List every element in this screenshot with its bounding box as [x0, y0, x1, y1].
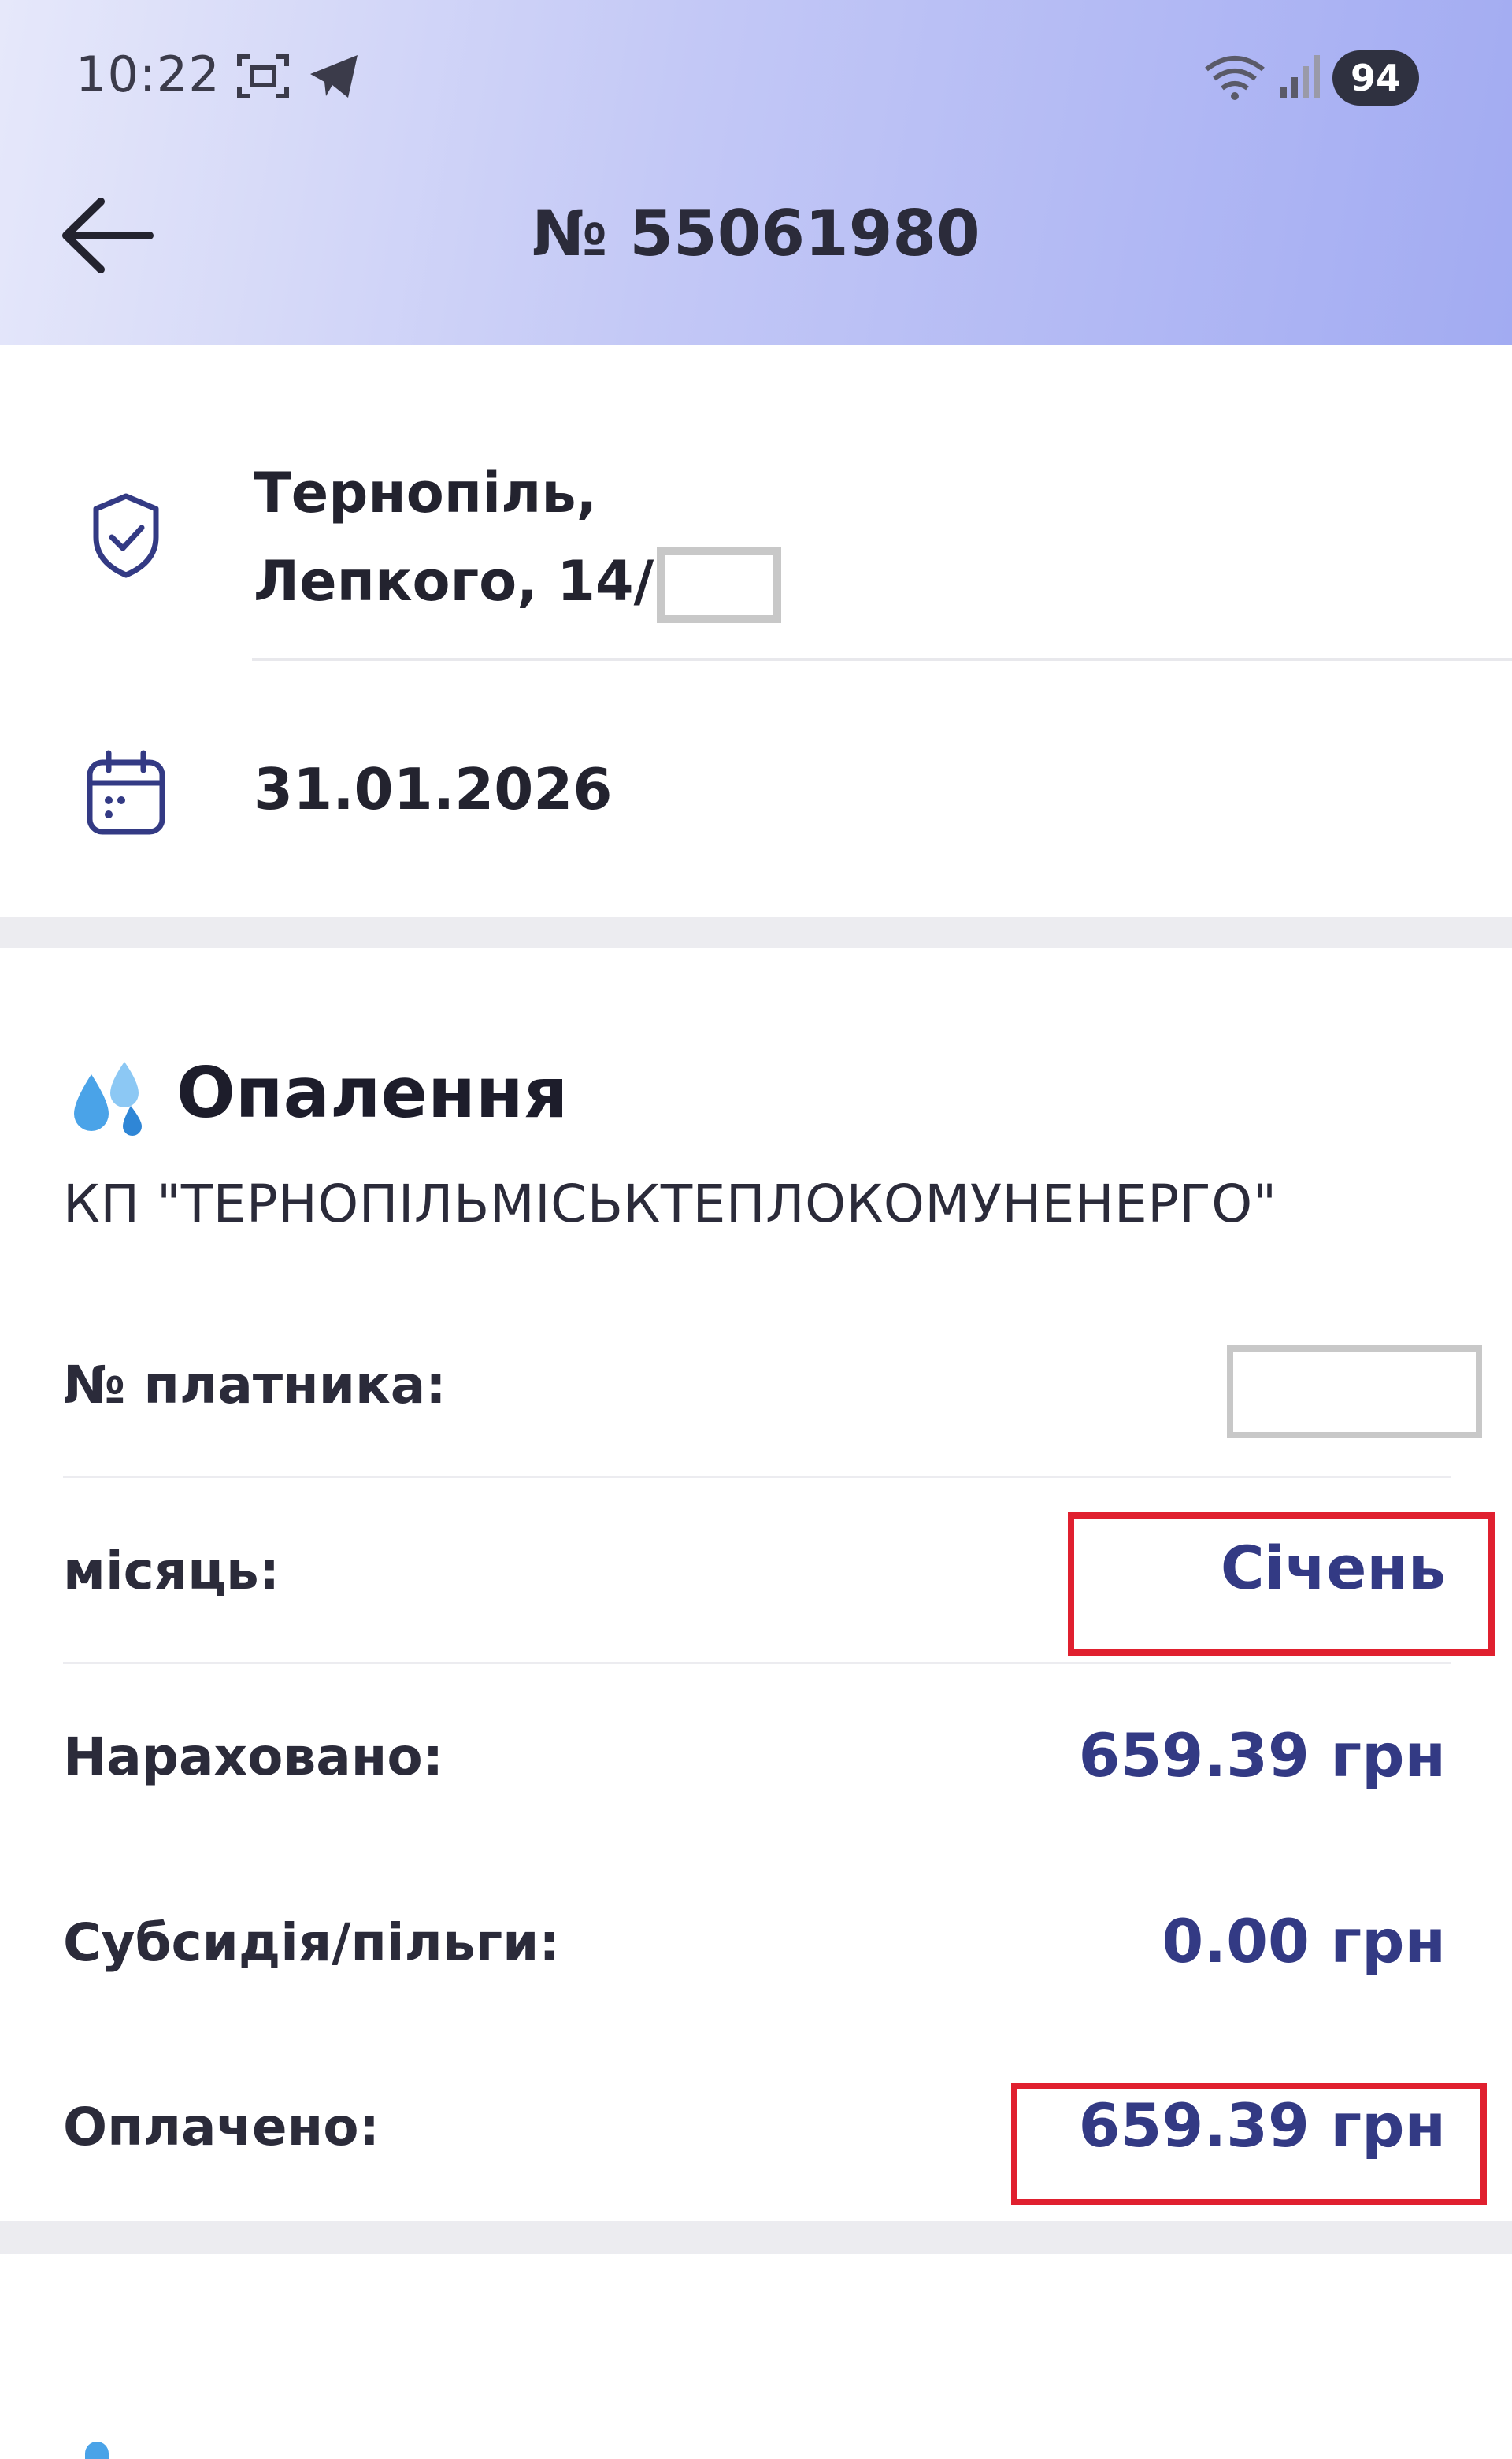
- status-time: 10:22: [76, 46, 220, 103]
- address: Тернопіль, Лепкого, 14/: [254, 449, 782, 625]
- payer-number-label: № платника:: [63, 1355, 447, 1415]
- page-title: № 55061980: [532, 197, 980, 270]
- location-check-icon: [93, 493, 159, 578]
- redacted-payer-number: [1227, 1345, 1482, 1438]
- divider: [252, 658, 1512, 661]
- section-divider: [0, 917, 1512, 948]
- accrued-label: Нараховано:: [63, 1726, 444, 1787]
- app-header: 10:22 94 № 55061980: [0, 0, 1512, 345]
- address-street-text: Лепкого, 14/: [254, 549, 654, 614]
- calendar-icon: [87, 750, 165, 835]
- screenshot-icon: [237, 54, 289, 98]
- accrued-value: 659.39 грн: [1078, 1720, 1446, 1790]
- wifi-icon: [1205, 56, 1265, 100]
- subsidy-label: Субсидія/пільги:: [63, 1912, 560, 1973]
- telegram-icon: [310, 55, 358, 98]
- row-divider: [63, 1476, 1451, 1478]
- next-section-icon: [85, 2442, 109, 2459]
- date: 31.01.2026: [254, 756, 613, 822]
- row-divider: [63, 1662, 1451, 1664]
- section-divider: [0, 2221, 1512, 2254]
- water-drops-icon: [74, 1062, 142, 1136]
- address-city: Тернопіль,: [254, 461, 598, 525]
- month-highlight-box: [1068, 1512, 1495, 1656]
- signal-icon: [1280, 55, 1320, 98]
- address-street: Лепкого, 14/: [254, 537, 782, 625]
- service-title: Опалення: [176, 1052, 569, 1133]
- battery-indicator: 94: [1332, 50, 1419, 106]
- service-provider: КП "ТЕРНОПІЛЬМІСЬКТЕПЛОКОМУНЕНЕРГО": [63, 1174, 1277, 1234]
- paid-label: Оплачено:: [63, 2097, 380, 2157]
- month-label: місяць:: [63, 1541, 280, 1601]
- paid-highlight-box: [1011, 2083, 1487, 2205]
- subsidy-value: 0.00 грн: [1162, 1906, 1446, 1976]
- redacted-apartment: [657, 547, 782, 623]
